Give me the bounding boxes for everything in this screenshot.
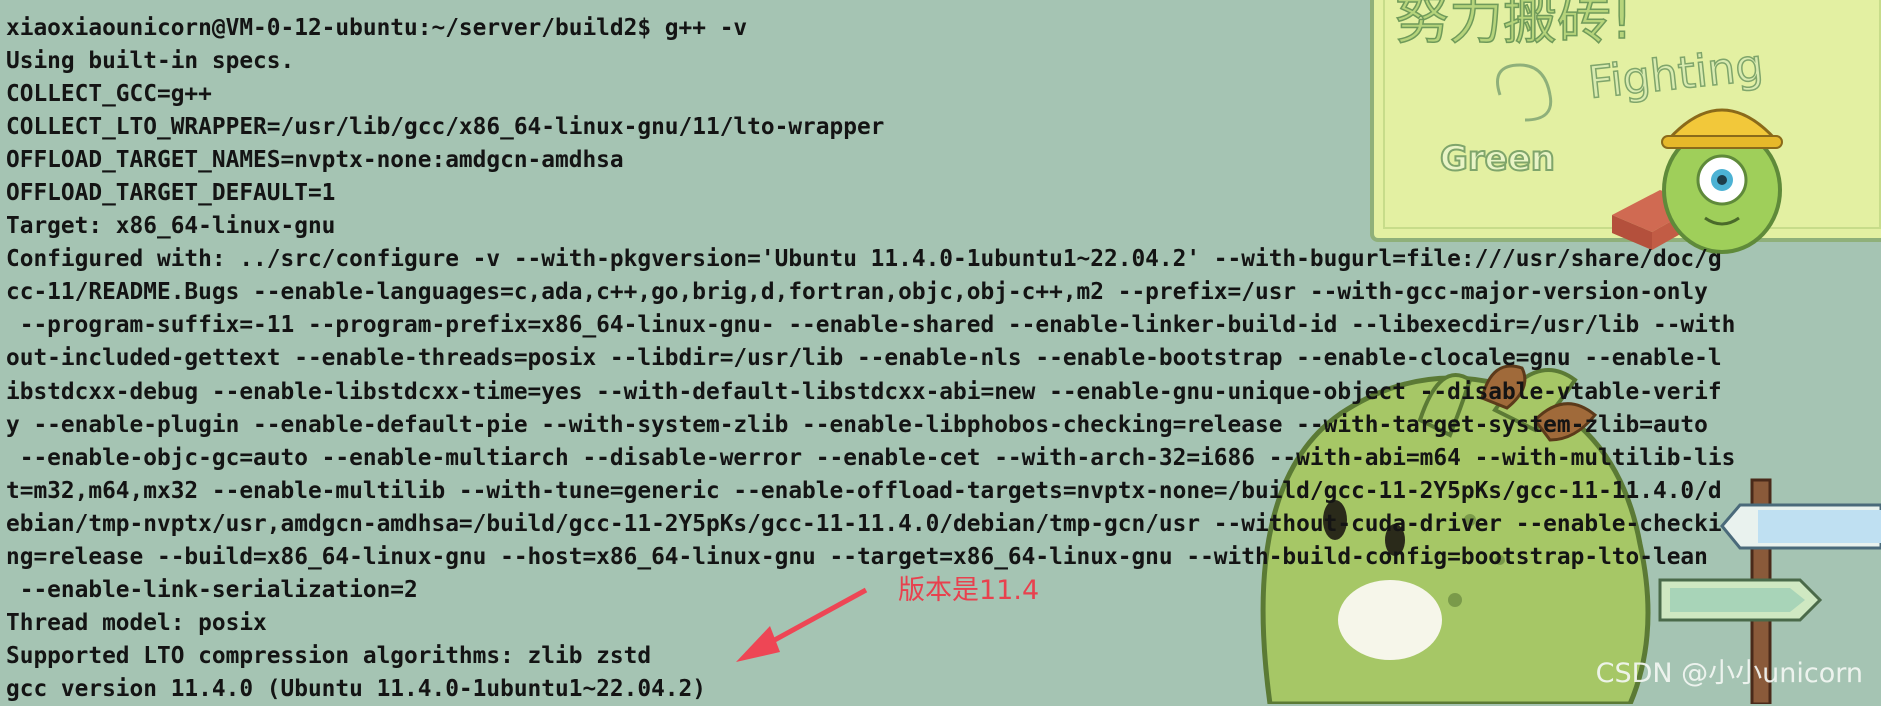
csdn-watermark: CSDN @小小unicorn xyxy=(1595,658,1863,689)
version-annotation: 版本是11.4 xyxy=(898,575,1040,606)
